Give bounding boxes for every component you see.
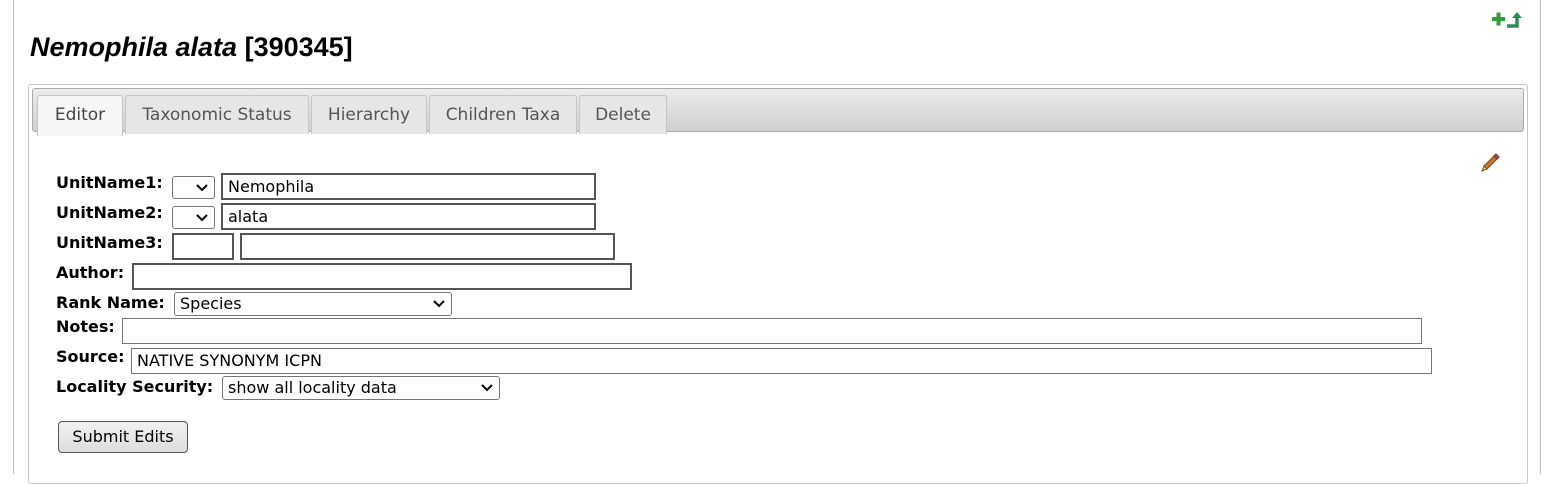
source-label: Source: bbox=[56, 347, 125, 366]
tab-hierarchy[interactable]: Hierarchy bbox=[311, 95, 427, 134]
tab-children-taxa[interactable]: Children Taxa bbox=[429, 95, 577, 134]
pencil-icon[interactable] bbox=[1480, 151, 1502, 177]
add-icon[interactable] bbox=[1492, 12, 1505, 26]
unitname1-prefix-select[interactable] bbox=[172, 176, 215, 199]
page-title: Nemophila alata [390345] bbox=[30, 29, 353, 65]
tab-taxonomic-status[interactable]: Taxonomic Status bbox=[125, 95, 309, 134]
return-icon[interactable] bbox=[1507, 12, 1522, 28]
taxon-name: Nemophila alata bbox=[30, 32, 238, 62]
submit-edits-button[interactable]: Submit Edits bbox=[58, 421, 188, 453]
rank-name-value: Species bbox=[180, 294, 242, 313]
locality-security-select[interactable]: show all locality data bbox=[222, 376, 500, 400]
locality-security-label: Locality Security: bbox=[56, 377, 214, 396]
tab-bar: Editor Taxonomic Status Hierarchy Childr… bbox=[32, 88, 1524, 136]
unitname2-prefix-select[interactable] bbox=[172, 206, 215, 229]
rank-name-select[interactable]: Species bbox=[174, 292, 452, 316]
unitname3-input[interactable] bbox=[240, 233, 615, 260]
chevron-down-icon bbox=[433, 300, 445, 308]
locality-security-value: show all locality data bbox=[228, 378, 397, 397]
chevron-down-icon bbox=[196, 214, 208, 222]
unitname3-prefix-input[interactable] bbox=[172, 233, 234, 260]
header-icons bbox=[1490, 9, 1524, 29]
notes-label: Notes: bbox=[56, 317, 115, 336]
unitname3-label: UnitName3: bbox=[56, 233, 163, 252]
chevron-down-icon bbox=[196, 184, 208, 192]
unitname1-label: UnitName1: bbox=[56, 173, 163, 192]
tab-delete[interactable]: Delete bbox=[579, 95, 667, 134]
taxon-id: [390345] bbox=[244, 32, 353, 62]
notes-input[interactable] bbox=[122, 318, 1422, 344]
chevron-down-icon bbox=[481, 384, 493, 392]
unitname2-input[interactable]: alata bbox=[221, 203, 596, 230]
tab-editor[interactable]: Editor bbox=[37, 95, 123, 136]
author-label: Author: bbox=[56, 263, 125, 282]
rank-name-label: Rank Name: bbox=[56, 293, 165, 312]
unitname1-input[interactable]: Nemophila bbox=[221, 173, 596, 200]
unitname2-label: UnitName2: bbox=[56, 203, 163, 222]
author-input[interactable] bbox=[132, 263, 632, 290]
source-input[interactable]: NATIVE SYNONYM ICPN bbox=[131, 348, 1432, 374]
